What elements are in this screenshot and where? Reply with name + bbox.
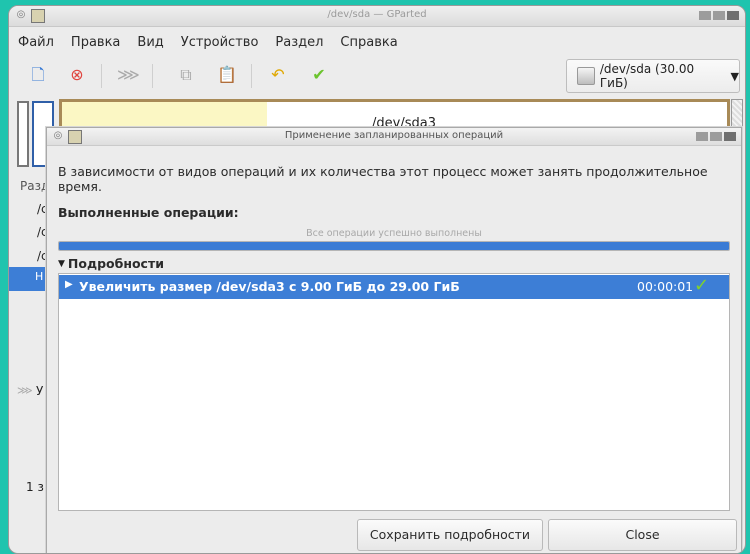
window-title: /dev/sda — GParted (327, 9, 427, 20)
completed-operations-label: Выполненные операции: (58, 205, 239, 220)
device-selector-label: /dev/sda (30.00 ГиБ) (599, 62, 695, 90)
partition-map-block[interactable] (17, 101, 29, 167)
device-selector[interactable]: /dev/sda (30.00 ГиБ) ▼ (566, 59, 740, 93)
maximize-button[interactable] (710, 132, 722, 141)
progress-bar-fill (59, 242, 729, 250)
window-titlebar: ◎ /dev/sda — GParted (9, 6, 745, 27)
menu-partition[interactable]: Раздел (266, 33, 331, 53)
minimize-button[interactable] (696, 132, 708, 141)
operation-row[interactable]: ▶ Увеличить размер /dev/sda3 с 9.00 ГиБ … (59, 275, 729, 299)
chevron-down-icon: ▼ (730, 69, 739, 83)
minimize-button[interactable] (699, 11, 711, 20)
progress-status-text: Все операции успешно выполнены (306, 228, 482, 239)
toolbar-separator (101, 64, 102, 88)
pending-op-icon: ⋙ (17, 384, 33, 397)
menu-edit[interactable]: Правка (62, 33, 128, 53)
partition-column-header: Разд (20, 179, 50, 193)
details-label: Подробности (67, 256, 164, 271)
copy-icon[interactable]: ⧉ (175, 64, 197, 86)
details-pane: ▶ Увеличить размер /dev/sda3 с 9.00 ГиБ … (58, 273, 730, 511)
partition-row-selected-text: Н (35, 270, 44, 283)
progress-bar (58, 241, 730, 251)
operation-time: 00:00:01 (637, 279, 694, 294)
maximize-button[interactable] (713, 11, 725, 20)
save-details-button[interactable]: Сохранить подробности (357, 519, 543, 551)
pending-op-fragment: У (36, 384, 44, 398)
status-fragment: 1 з (26, 480, 44, 494)
menu-view[interactable]: Вид (128, 33, 171, 53)
menu-help[interactable]: Справка (331, 33, 405, 53)
dialog-title: Применение запланированных операций (284, 130, 504, 141)
menu-device[interactable]: Устройство (172, 33, 267, 53)
delete-icon[interactable]: ⊗ (66, 64, 88, 86)
apply-operations-dialog: ◎ Применение запланированных операций В … (46, 127, 742, 553)
close-button[interactable]: Close (548, 519, 737, 551)
close-window-button[interactable] (724, 132, 736, 141)
checkmark-icon: ✓ (694, 275, 710, 296)
dialog-titlebar: ◎ Применение запланированных операций (47, 128, 741, 146)
expand-row-icon[interactable]: ▶ (65, 279, 73, 290)
paste-icon[interactable]: 📋 (216, 64, 238, 86)
toolbar: 🗋 ⊗ ⋙ ⧉ 📋 ↶ ✔ /dev/sda (30.00 ГиБ) ▼ (9, 56, 745, 94)
triangle-down-icon: ▼ (58, 258, 65, 269)
gparted-window: ◎ /dev/sda — GParted Файл Правка Вид Уст… (8, 5, 746, 554)
hard-disk-icon (577, 67, 595, 85)
menu-file[interactable]: Файл (9, 33, 62, 53)
undo-icon[interactable]: ↶ (267, 64, 289, 86)
dialog-description: В зависимости от видов операций и их кол… (58, 164, 708, 194)
resize-icon[interactable]: ⋙ (117, 64, 140, 86)
toolbar-separator (251, 64, 252, 88)
operation-text: Увеличить размер /dev/sda3 с 9.00 ГиБ до… (79, 279, 460, 294)
menubar: Файл Правка Вид Устройство Раздел Справк… (9, 33, 406, 53)
details-expander[interactable]: ▼ Подробности (58, 256, 164, 271)
toolbar-separator (152, 64, 153, 88)
new-partition-icon[interactable]: 🗋 (27, 64, 49, 86)
close-window-button[interactable] (727, 11, 739, 20)
apply-icon[interactable]: ✔ (308, 64, 330, 86)
